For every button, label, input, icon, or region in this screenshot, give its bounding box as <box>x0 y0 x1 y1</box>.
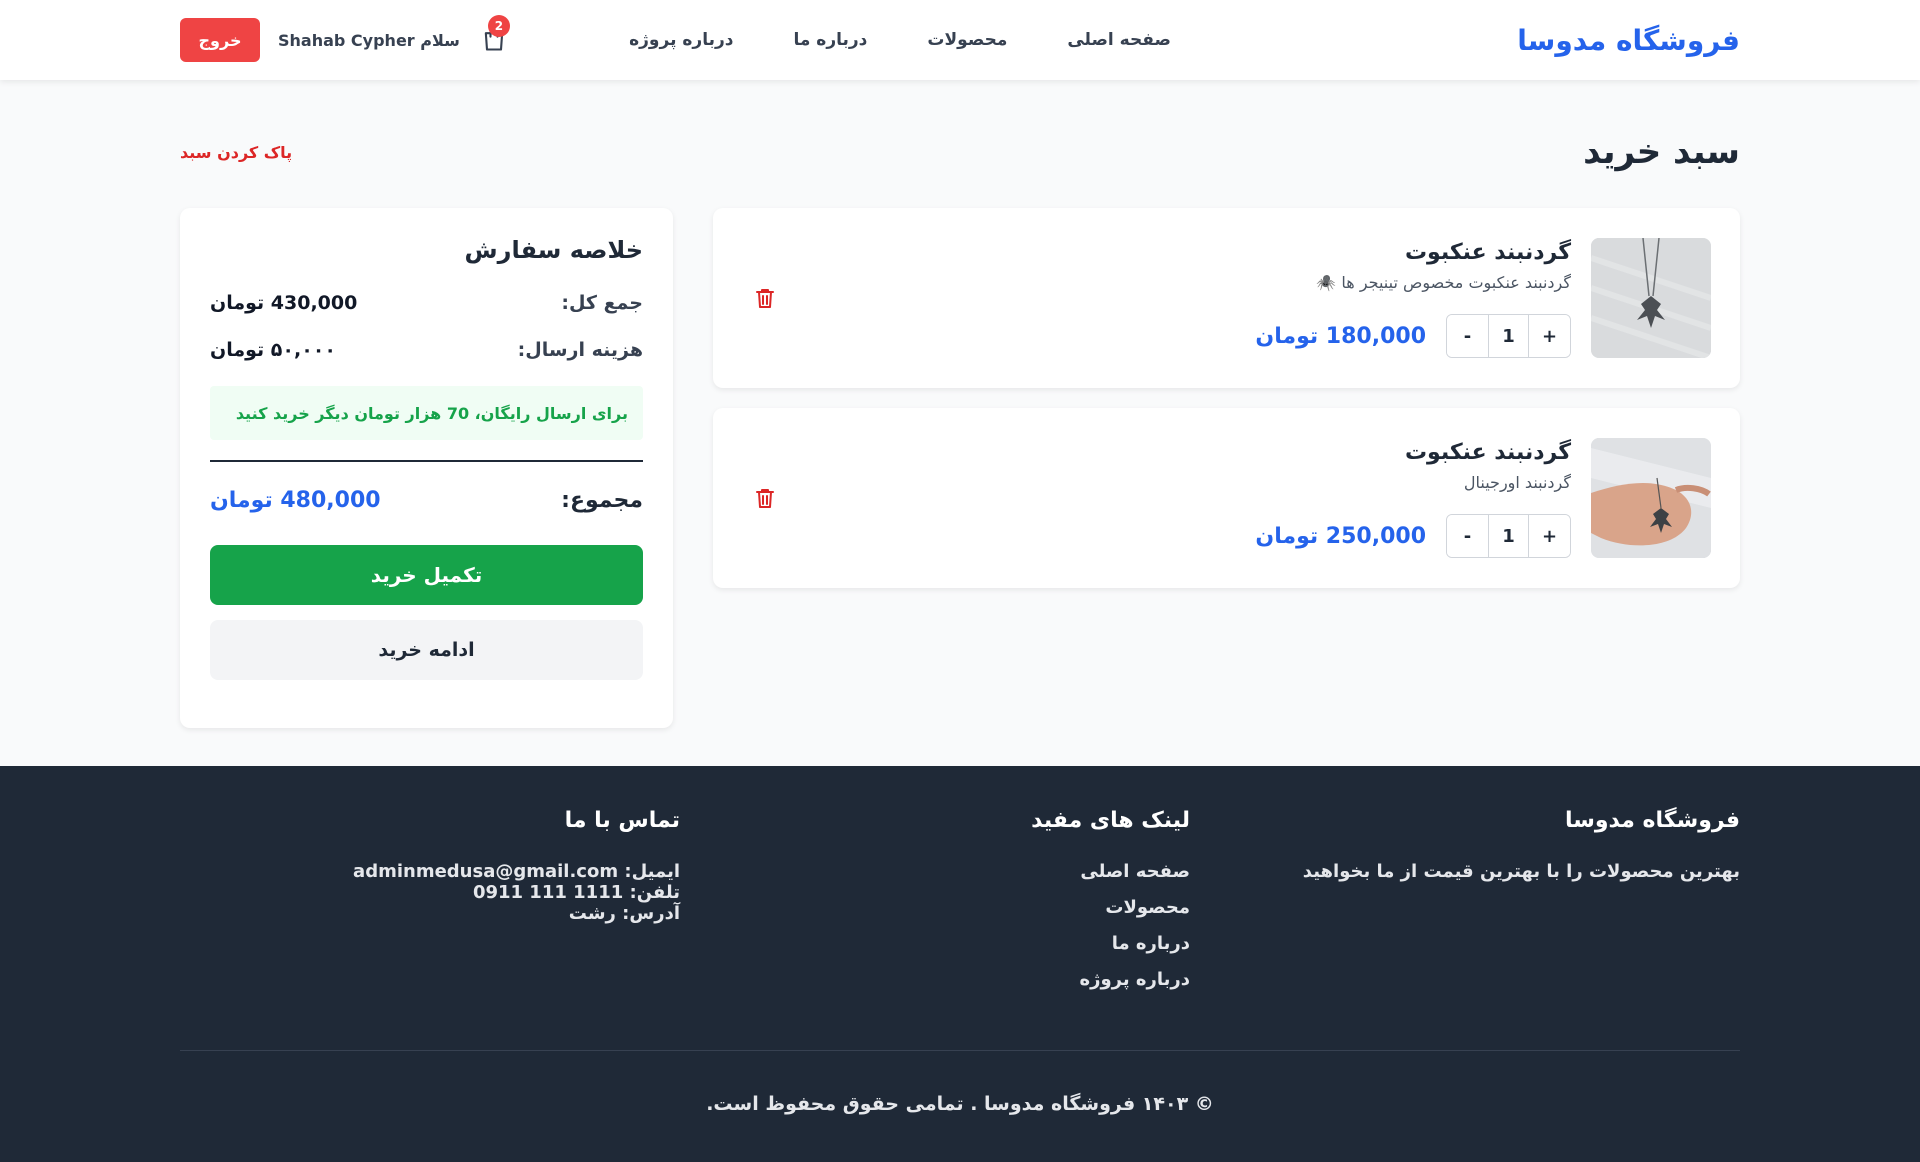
necklace-in-hand-image <box>1591 438 1711 558</box>
footer-divider <box>180 1050 1740 1051</box>
increment-button[interactable]: + <box>1529 515 1570 557</box>
summary-divider <box>210 460 643 462</box>
clear-cart-link[interactable]: پاک کردن سبد <box>180 143 292 162</box>
item-name: گردنبند عنکبوت <box>1404 440 1571 465</box>
phone-value: 0911 111 1111 <box>472 882 624 903</box>
footer-about-title: فروشگاه مدوسا <box>1564 808 1740 833</box>
increment-button[interactable]: + <box>1529 315 1570 357</box>
footer-link-home[interactable]: صفحه اصلی <box>730 861 1190 882</box>
nav-home[interactable]: صفحه اصلی <box>1067 30 1171 50</box>
necklace-image <box>1591 238 1711 358</box>
shipping-value: ۵۰,۰۰۰ تومان <box>210 339 336 361</box>
item-description: گردنبند عنکبوت مخصوص تینیجر ها 🕷️ <box>1316 273 1571 292</box>
footer-links: لینک های مفید صفحه اصلی محصولات درباره م… <box>730 808 1190 1050</box>
cart-item: گردنبند عنکبوت گردنبند عنکبوت مخصوص تینی… <box>713 208 1740 388</box>
quantity-stepper: + 1 - <box>1446 314 1571 358</box>
cart-count-badge: 2 <box>487 15 510 37</box>
remove-item-button[interactable] <box>753 486 777 510</box>
footer-address: آدرس: رشت <box>568 903 680 924</box>
footer-email: ایمیل: adminmedusa@gmail.com <box>180 861 680 882</box>
cart-button[interactable]: 2 <box>478 15 510 55</box>
email-label: ایمیل: <box>624 861 680 882</box>
free-shipping-note: برای ارسال رایگان، 70 هزار تومان دیگر خر… <box>210 386 643 440</box>
user-greeting: سلام Shahab Cypher <box>278 30 460 50</box>
remove-item-button[interactable] <box>753 286 777 310</box>
cart-content: گردنبند عنکبوت گردنبند عنکبوت مخصوص تینی… <box>180 208 1740 728</box>
decrement-button[interactable]: - <box>1447 315 1488 357</box>
item-info: گردنبند عنکبوت گردنبند عنکبوت مخصوص تینی… <box>1255 238 1571 358</box>
order-summary: خلاصه سفارش جمع کل: 430,000 تومان هزینه … <box>180 208 673 728</box>
checkout-button[interactable]: تکمیل خرید <box>210 545 643 605</box>
cart-page: سبد خرید پاک کردن سبد گردنبند عنکبوت گرد… <box>180 80 1740 728</box>
item-info: گردنبند عنکبوت گردنبند اورجینال + 1 - 25… <box>1255 438 1571 558</box>
page-title: سبد خرید <box>1583 132 1740 172</box>
nav-about-project[interactable]: درباره پروژه <box>629 30 733 50</box>
item-controls: + 1 - 180,000 تومان <box>1255 314 1571 358</box>
item-name: گردنبند عنکبوت <box>1404 240 1571 265</box>
logout-button[interactable]: خروج <box>180 18 260 62</box>
total-label: مجموع: <box>561 488 643 513</box>
cart-items-list: گردنبند عنکبوت گردنبند عنکبوت مخصوص تینی… <box>713 208 1740 728</box>
nav-products[interactable]: محصولات <box>927 30 1007 50</box>
footer-link-about[interactable]: درباره ما <box>730 933 1190 954</box>
subtotal-row: جمع کل: 430,000 تومان <box>210 292 643 314</box>
footer-contact: تماس با ما ایمیل: adminmedusa@gmail.com … <box>180 808 680 1050</box>
shipping-row: هزینه ارسال: ۵۰,۰۰۰ تومان <box>210 339 643 361</box>
product-image[interactable] <box>1591 438 1711 558</box>
footer-contact-title: تماس با ما <box>564 808 680 833</box>
footer-link-products[interactable]: محصولات <box>730 897 1190 918</box>
cart-item: گردنبند عنکبوت گردنبند اورجینال + 1 - 25… <box>713 408 1740 588</box>
trash-icon <box>756 489 774 508</box>
phone-label: تلفن: <box>629 882 680 903</box>
site-footer: فروشگاه مدوسا بهترین محصولات را با بهتری… <box>0 766 1920 1162</box>
quantity-stepper: + 1 - <box>1446 514 1571 558</box>
brand-logo[interactable]: فروشگاه مدوسا <box>1517 24 1740 57</box>
user-area: 2 سلام Shahab Cypher خروج <box>180 15 510 62</box>
subtotal-label: جمع کل: <box>561 292 643 314</box>
site-header: فروشگاه مدوسا صفحه اصلی محصولات درباره م… <box>0 0 1920 80</box>
summary-title: خلاصه سفارش <box>464 236 643 264</box>
footer-link-about-project[interactable]: درباره پروژه <box>730 969 1190 990</box>
subtotal-value: 430,000 تومان <box>210 292 358 314</box>
footer-links-title: لینک های مفید <box>1031 808 1190 833</box>
quantity-value: 1 <box>1488 515 1529 557</box>
decrement-button[interactable]: - <box>1447 515 1488 557</box>
total-row: مجموع: 480,000 تومان <box>210 488 643 513</box>
footer-phone: تلفن: 0911 111 1111 <box>180 882 680 903</box>
item-price: 250,000 تومان <box>1255 523 1426 549</box>
continue-shopping-button[interactable]: ادامه خرید <box>210 620 643 680</box>
product-image[interactable] <box>1591 238 1711 358</box>
footer-about: فروشگاه مدوسا بهترین محصولات را با بهتری… <box>1240 808 1740 1050</box>
footer-about-text: بهترین محصولات را با بهترین قیمت از ما ب… <box>1302 861 1740 882</box>
email-value[interactable]: adminmedusa@gmail.com <box>353 861 618 882</box>
item-controls: + 1 - 250,000 تومان <box>1255 514 1571 558</box>
item-price: 180,000 تومان <box>1255 323 1426 349</box>
total-value: 480,000 تومان <box>210 488 381 513</box>
page-header: سبد خرید پاک کردن سبد <box>180 118 1740 186</box>
nav-about[interactable]: درباره ما <box>793 30 867 50</box>
quantity-value: 1 <box>1488 315 1529 357</box>
trash-icon <box>756 289 774 308</box>
shipping-label: هزینه ارسال: <box>517 339 643 361</box>
copyright-text: © ۱۴۰۳ فروشگاه مدوسا . تمامی حقوق محفوظ … <box>706 1093 1214 1115</box>
item-description: گردنبند اورجینال <box>1463 473 1571 492</box>
